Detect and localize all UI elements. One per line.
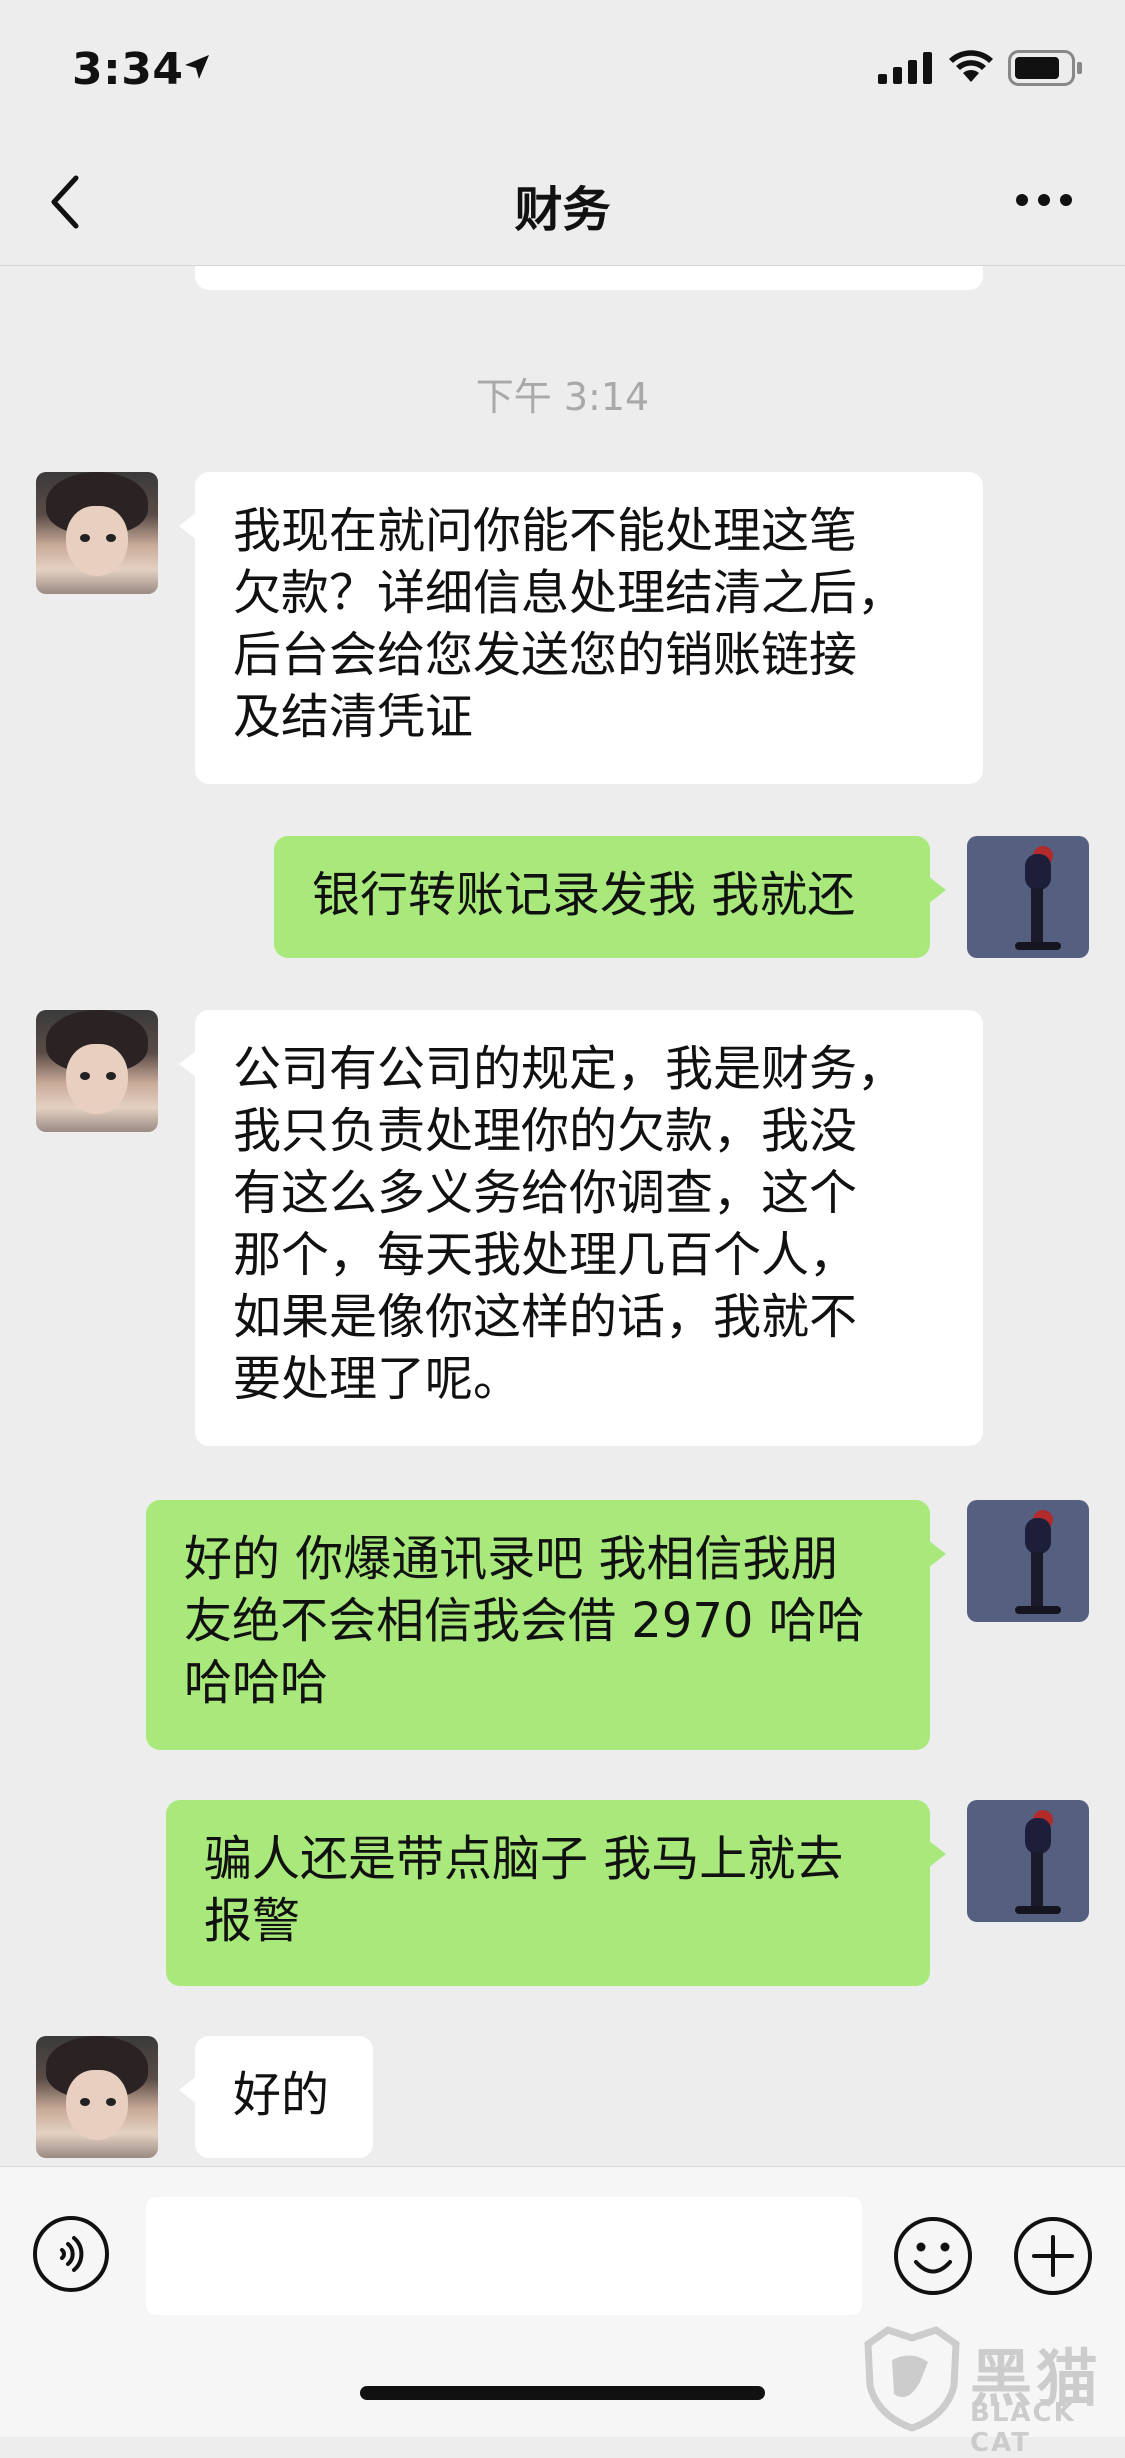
- message-bubble-incoming[interactable]: 我现在就问你能不能处理这笔 欠款？详细信息处理结清之后， 后台会给您发送您的销账…: [179, 472, 983, 784]
- chat-area[interactable]: 下午 3:14 我现在就问你能不能处理这笔 欠款？详细信息处理结清之后， 后台会…: [0, 266, 1125, 2166]
- message-bubble-incoming[interactable]: 公司有公司的规定，我是财务， 我只负责处理你的欠款，我没 有这么多义务给你调查，…: [179, 1010, 983, 1446]
- nav-bar: 财务: [0, 140, 1125, 266]
- message-bubble-outgoing[interactable]: 好的 你爆通讯录吧 我相信我朋 友绝不会相信我会借 2970 哈哈 哈哈哈: [146, 1500, 946, 1750]
- message-bubble-incoming[interactable]: 好的: [179, 2036, 373, 2158]
- battery-icon: [1008, 50, 1082, 86]
- voice-icon[interactable]: [32, 2215, 110, 2293]
- signal-icon: [878, 52, 932, 84]
- status-bar: 3:34: [0, 0, 1125, 140]
- watermark: 黑猫 BLACK CAT: [852, 2320, 1125, 2458]
- user-avatar[interactable]: [967, 836, 1089, 958]
- user-avatar[interactable]: [967, 1500, 1089, 1622]
- message-bubble-outgoing[interactable]: 银行转账记录发我 我就还: [274, 836, 946, 958]
- message-timestamp: 下午 3:14: [475, 375, 650, 419]
- wifi-icon: [949, 50, 993, 82]
- contact-avatar[interactable]: [36, 2036, 158, 2158]
- previous-message-bubble[interactable]: [195, 266, 983, 290]
- more-dots-icon[interactable]: [1015, 190, 1073, 210]
- status-time: 3:34: [72, 44, 184, 95]
- plus-icon[interactable]: [1012, 2215, 1094, 2297]
- contact-avatar[interactable]: [36, 1010, 158, 1132]
- black-cat-logo-icon: [864, 2326, 960, 2432]
- watermark-english: BLACK CAT: [970, 2398, 1076, 2458]
- contact-avatar[interactable]: [36, 472, 158, 594]
- message-bubble-outgoing[interactable]: 骗人还是带点脑子 我马上就去 报警: [166, 1800, 946, 1986]
- message-input[interactable]: [146, 2197, 862, 2315]
- user-avatar[interactable]: [967, 1800, 1089, 1922]
- emoji-icon[interactable]: [892, 2215, 974, 2297]
- chat-title: 财务: [514, 182, 611, 238]
- location-arrow-icon: [185, 55, 209, 79]
- home-indicator[interactable]: [360, 2386, 765, 2400]
